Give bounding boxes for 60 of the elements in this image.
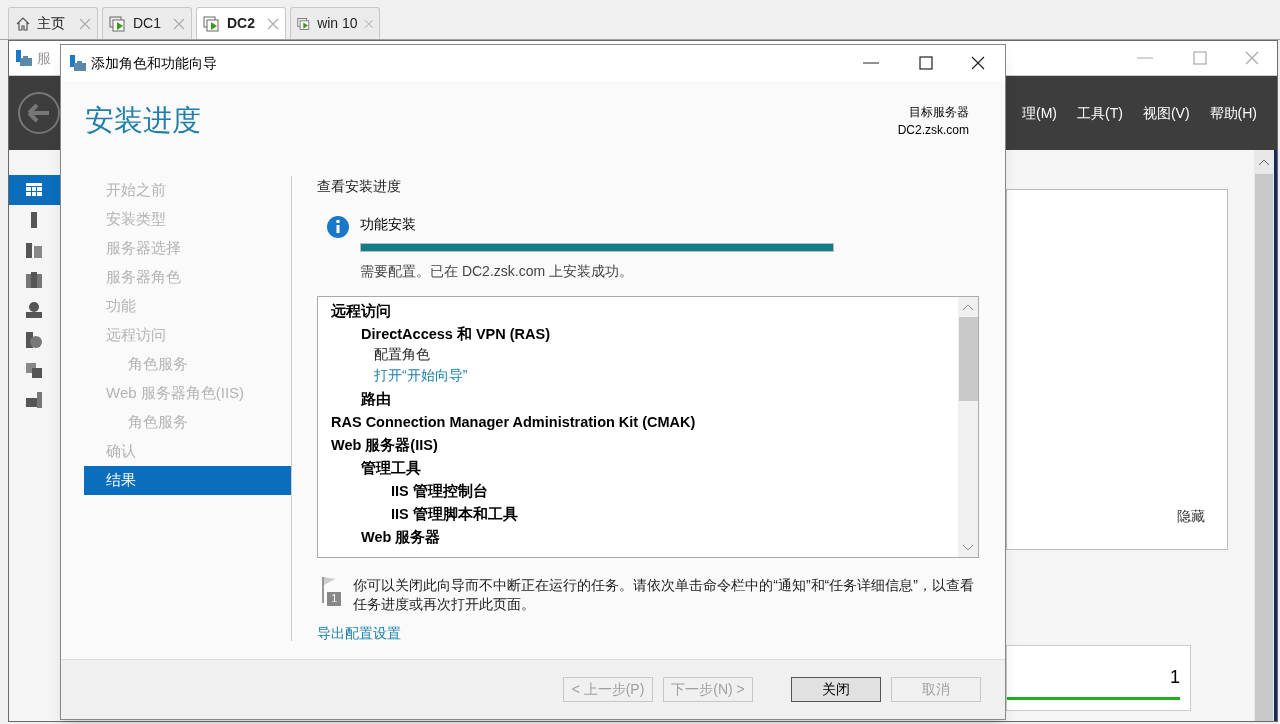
sidebar-tool-icon[interactable]: [25, 331, 43, 349]
target-server-label: 目标服务器: [909, 104, 969, 121]
menu-item[interactable]: 帮助(H): [1209, 102, 1257, 124]
result-entry: RAS Connection Manager Administration Kit (CMAK): [331, 412, 696, 432]
sidebar-tool-icon[interactable]: [25, 391, 43, 409]
sidebar-tool-icon[interactable]: [25, 301, 43, 319]
flag-icon: [322, 577, 335, 604]
result-link[interactable]: 打开“开始向导”: [374, 364, 468, 387]
page-heading: 安装进度: [85, 103, 201, 139]
server-manager-icon: [15, 49, 33, 67]
wizard-button[interactable]: 关闭: [791, 677, 881, 702]
home-icon: [15, 15, 31, 32]
sidebar-tool-icon[interactable]: [25, 271, 43, 289]
menu-item[interactable]: 工具(T): [1077, 102, 1123, 124]
virtual-machine-icon: [297, 15, 312, 32]
result-entry: 管理工具: [361, 458, 421, 478]
server-manager-icon: [69, 54, 87, 72]
window-title: 服: [37, 48, 51, 68]
result-entry: 路由: [361, 389, 391, 409]
scroll-up-icon[interactable]: [962, 303, 974, 313]
hide-link[interactable]: 隐藏: [1177, 506, 1205, 527]
section-title: 查看安装进度: [317, 177, 402, 194]
sidebar-item[interactable]: [9, 175, 61, 205]
virtual-machine-icon: [109, 15, 127, 32]
maximize-icon[interactable]: [919, 56, 933, 70]
session-tab[interactable]: win 10: [290, 7, 380, 39]
sidebar-tool-icon[interactable]: [25, 361, 43, 379]
result-entry: DirectAccess 和 VPN (RAS): [361, 324, 551, 344]
wizard-step[interactable]: 结果: [84, 466, 291, 495]
result-entry: Web 服务器: [361, 527, 441, 547]
scroll-thumb[interactable]: [958, 317, 978, 401]
tab-label: DC1: [133, 14, 161, 33]
export-settings-link[interactable]: 导出配置设置: [317, 623, 401, 644]
target-server-name: DC2.zsk.com: [897, 122, 969, 139]
sidebar-tool-icon[interactable]: [25, 181, 43, 199]
progress-label: 功能安装: [360, 215, 417, 234]
result-entry: IIS 管理脚本和工具: [391, 504, 518, 524]
session-tab[interactable]: DC1: [102, 7, 192, 39]
tab-label: win 10: [317, 14, 358, 33]
notice-text: 你可以关闭此向导而不中断正在运行的任务。请依次单击命令栏中的“通知”和“任务详细信息”，以查看任务进度或再次打开此页面。: [353, 576, 975, 614]
result-entry: 配置角色: [374, 345, 430, 364]
close-icon[interactable]: [971, 56, 985, 70]
menu-item[interactable]: 理(M): [1022, 102, 1057, 124]
menu-item[interactable]: 视图(V): [1142, 102, 1190, 124]
scroll-down-icon[interactable]: [962, 542, 974, 552]
window-title: 添加角色和功能向导: [91, 53, 217, 73]
sidebar-tool-icon[interactable]: [25, 241, 43, 259]
session-tab[interactable]: 主页: [8, 7, 98, 39]
result-entry: IIS 管理控制台: [391, 481, 488, 501]
tab-label: 主页: [37, 14, 65, 33]
session-tab[interactable]: DC2: [196, 7, 286, 39]
result-entry: Web 服务器(IIS): [331, 435, 438, 455]
tab-label: DC2: [227, 14, 255, 33]
virtual-machine-icon: [203, 15, 221, 32]
info-icon: [326, 215, 350, 239]
count-value: 1: [1170, 666, 1180, 689]
flag-count: 1: [327, 592, 342, 606]
status-message: 需要配置。已在 DC2.zsk.com 上安装成功。: [360, 262, 634, 281]
result-entry: 远程访问: [331, 301, 391, 321]
scroll-up-icon[interactable]: [1258, 158, 1270, 168]
